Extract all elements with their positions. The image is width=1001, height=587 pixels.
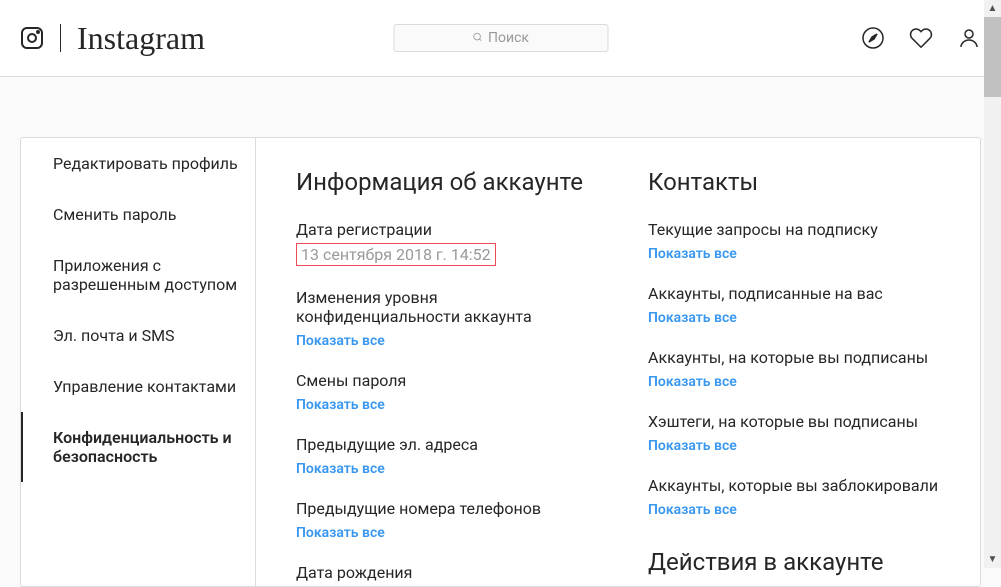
top-nav: Instagram Поиск xyxy=(0,0,1001,77)
settings-sidebar: Редактировать профиль Сменить пароль При… xyxy=(21,138,256,586)
sidebar-item-privacy-security[interactable]: Конфиденциальность и безопасность xyxy=(21,412,255,482)
logo-text: Instagram xyxy=(77,20,205,57)
former-phones-block: Предыдущие номера телефонов Показать все xyxy=(296,499,588,541)
main-content: Информация об аккаунте Дата регистрации … xyxy=(256,138,980,586)
following-block: Аккаунты, на которые вы подписаны Показа… xyxy=(648,348,940,390)
search-placeholder: Поиск xyxy=(488,30,529,46)
password-changes-block: Смены пароля Показать все xyxy=(296,371,588,413)
search-icon xyxy=(472,32,482,45)
follow-requests-block: Текущие запросы на подписку Показать все xyxy=(648,220,940,262)
hashtags-label: Хэштеги, на которые вы подписаны xyxy=(648,412,940,431)
sidebar-item-authorized-apps[interactable]: Приложения с разрешенным доступом xyxy=(21,240,255,310)
followers-block: Аккаунты, подписанные на вас Показать вс… xyxy=(648,284,940,326)
scrollbar-thumb[interactable] xyxy=(984,17,1001,97)
show-all-followers[interactable]: Показать все xyxy=(648,310,737,326)
birthdate-label: Дата рождения xyxy=(296,563,588,582)
follow-requests-label: Текущие запросы на подписку xyxy=(648,220,940,239)
logo-area[interactable]: Instagram xyxy=(20,20,205,57)
blocked-label: Аккаунты, которые вы заблокировали xyxy=(648,476,940,495)
blocked-block: Аккаунты, которые вы заблокировали Показ… xyxy=(648,476,940,518)
sidebar-item-manage-contacts[interactable]: Управление контактами xyxy=(21,361,255,412)
scrollbar-down-arrow[interactable]: ▼ xyxy=(984,551,1001,568)
scrollbar[interactable]: ▲ ▼ xyxy=(984,0,1001,568)
nav-icons xyxy=(861,26,981,50)
search-input[interactable]: Поиск xyxy=(393,24,608,52)
show-all-privacy[interactable]: Показать все xyxy=(296,333,385,349)
settings-container: Редактировать профиль Сменить пароль При… xyxy=(20,137,981,587)
former-emails-block: Предыдущие эл. адреса Показать все xyxy=(296,435,588,477)
registration-date-block: Дата регистрации 13 сентября 2018 г. 14:… xyxy=(296,220,588,266)
show-all-requests[interactable]: Показать все xyxy=(648,246,737,262)
activity-heading: Действия в аккаунте xyxy=(648,548,940,576)
password-changes-label: Смены пароля xyxy=(296,371,588,390)
account-info-column: Информация об аккаунте Дата регистрации … xyxy=(296,168,588,556)
registration-label: Дата регистрации xyxy=(296,220,588,239)
privacy-changes-block: Изменения уровня конфиденциальности акка… xyxy=(296,288,588,349)
contacts-column: Контакты Текущие запросы на подписку Пок… xyxy=(648,168,940,556)
heart-icon[interactable] xyxy=(909,26,933,50)
contacts-heading: Контакты xyxy=(648,168,940,196)
following-label: Аккаунты, на которые вы подписаны xyxy=(648,348,940,367)
explore-icon[interactable] xyxy=(861,26,885,50)
show-all-blocked[interactable]: Показать все xyxy=(648,502,737,518)
scrollbar-up-arrow[interactable]: ▲ xyxy=(984,0,1001,17)
show-all-hashtags[interactable]: Показать все xyxy=(648,438,737,454)
instagram-icon xyxy=(20,26,44,50)
sidebar-item-email-sms[interactable]: Эл. почта и SMS xyxy=(21,310,255,361)
former-phones-label: Предыдущие номера телефонов xyxy=(296,499,588,518)
birthdate-block: Дата рождения В вашем аккаунте нет инфор… xyxy=(296,563,588,586)
show-all-emails[interactable]: Показать все xyxy=(296,461,385,477)
sidebar-item-edit-profile[interactable]: Редактировать профиль xyxy=(21,138,255,189)
privacy-changes-label: Изменения уровня конфиденциальности акка… xyxy=(296,288,588,326)
show-all-following[interactable]: Показать все xyxy=(648,374,737,390)
profile-icon[interactable] xyxy=(957,26,981,50)
logo-divider xyxy=(60,24,61,52)
sidebar-item-change-password[interactable]: Сменить пароль xyxy=(21,189,255,240)
hashtags-block: Хэштеги, на которые вы подписаны Показат… xyxy=(648,412,940,454)
show-all-phones[interactable]: Показать все xyxy=(296,525,385,541)
show-all-password[interactable]: Показать все xyxy=(296,397,385,413)
former-emails-label: Предыдущие эл. адреса xyxy=(296,435,588,454)
account-info-heading: Информация об аккаунте xyxy=(296,168,588,196)
followers-label: Аккаунты, подписанные на вас xyxy=(648,284,940,303)
registration-value: 13 сентября 2018 г. 14:52 xyxy=(296,243,496,266)
